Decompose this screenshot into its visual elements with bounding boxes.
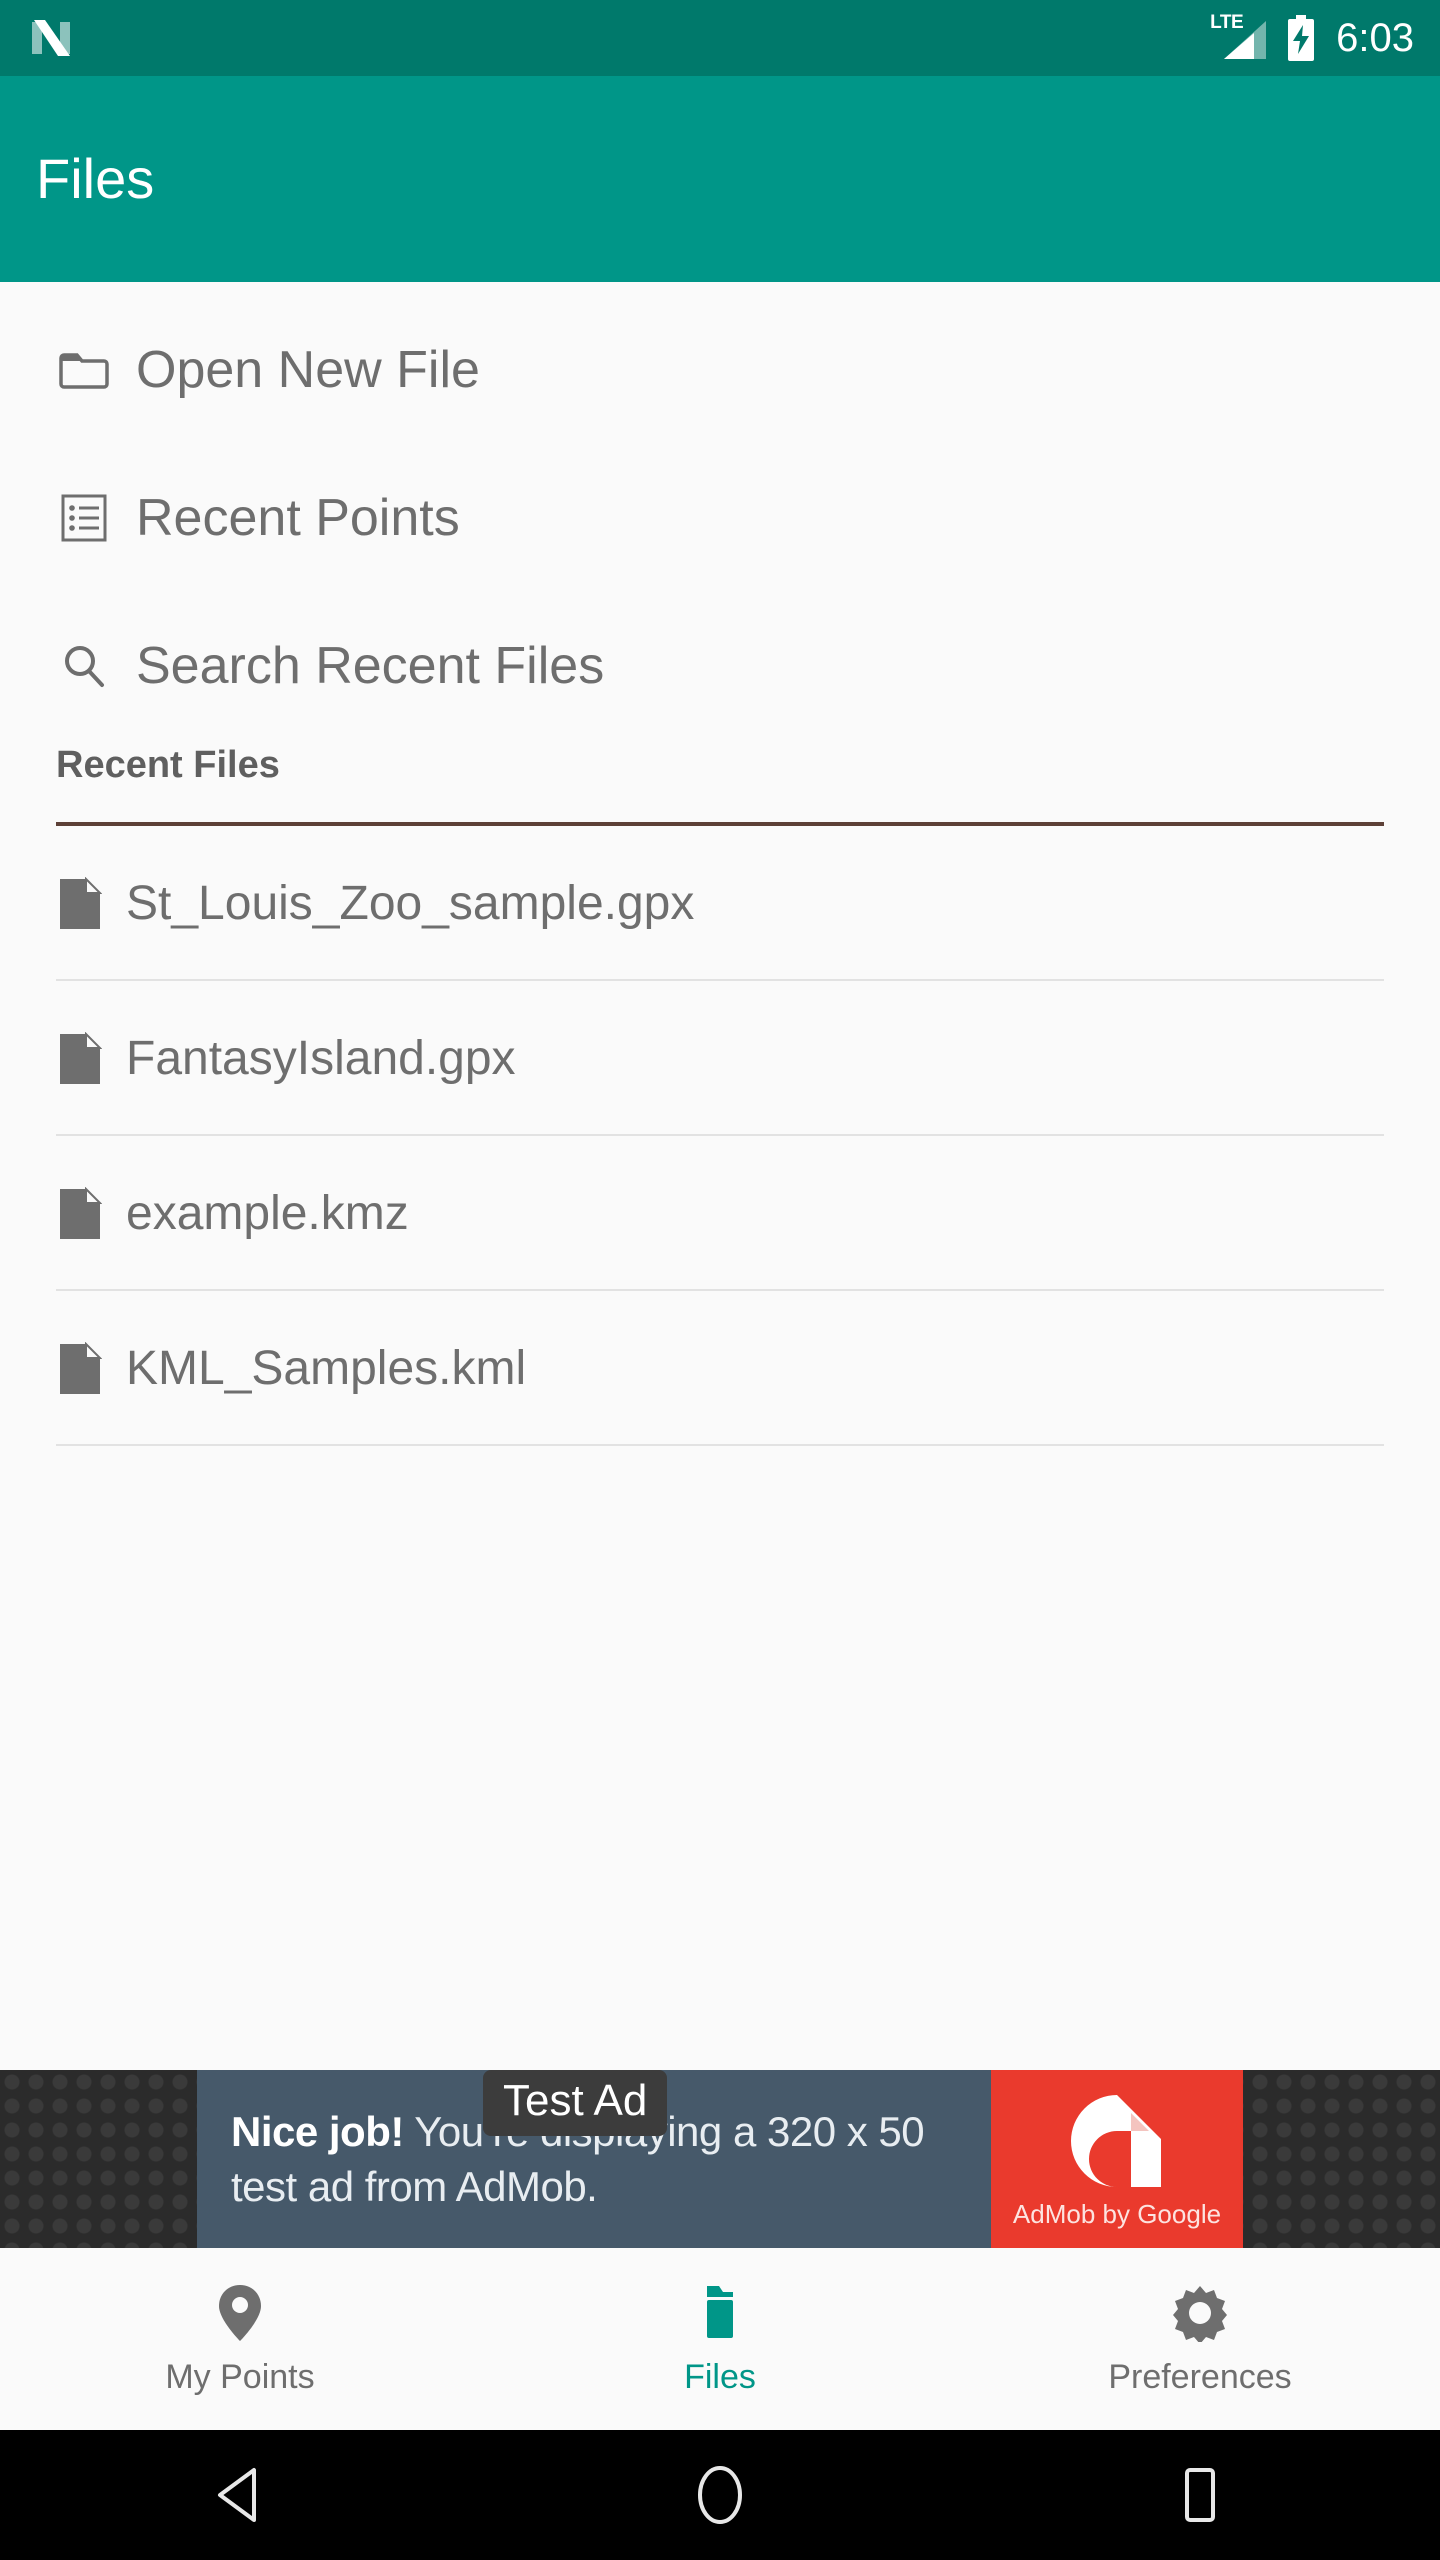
bottom-navigation: My Points Files Preferences bbox=[0, 2248, 1440, 2430]
file-name-label: St_Louis_Zoo_sample.gpx bbox=[126, 876, 695, 930]
list-item[interactable]: St_Louis_Zoo_sample.gpx bbox=[0, 826, 1440, 981]
tab-label: Files bbox=[684, 2358, 756, 2396]
list-item[interactable]: FantasyIsland.gpx bbox=[0, 981, 1440, 1136]
menu-item-open-new-file[interactable]: Open New File bbox=[0, 296, 1440, 444]
tab-preferences[interactable]: Preferences bbox=[960, 2248, 1440, 2430]
menu-item-label: Open New File bbox=[136, 341, 480, 399]
file-name-label: FantasyIsland.gpx bbox=[126, 1031, 516, 1085]
folder-filled-icon bbox=[691, 2284, 749, 2342]
file-icon bbox=[58, 1031, 102, 1086]
menu-item-search-recent-files[interactable]: Search Recent Files bbox=[0, 592, 1440, 740]
file-icon bbox=[58, 1186, 102, 1241]
admob-logo-icon bbox=[1061, 2091, 1173, 2195]
recent-files-list: St_Louis_Zoo_sample.gpx FantasyIsland.gp… bbox=[0, 826, 1440, 1446]
status-bar-clock: 6:03 bbox=[1336, 16, 1414, 60]
ad-line-2: test ad from AdMob. bbox=[231, 2163, 598, 2210]
android-nougat-icon bbox=[30, 16, 72, 60]
page-title: Files bbox=[36, 147, 155, 210]
signal-bars-icon: LTE bbox=[1210, 13, 1267, 61]
recent-files-header: Recent Files bbox=[56, 744, 280, 786]
admob-test-banner[interactable]: Nice job! You’re displaying a 320 x 50 t… bbox=[197, 2070, 1243, 2248]
status-bar: LTE 6:03 bbox=[0, 0, 1440, 76]
admob-logo-pane: AdMob by Google bbox=[991, 2070, 1243, 2248]
file-name-label: KML_Samples.kml bbox=[126, 1341, 527, 1395]
list-item[interactable]: KML_Samples.kml bbox=[0, 1291, 1440, 1446]
tab-files[interactable]: Files bbox=[480, 2248, 960, 2430]
recents-square-icon[interactable] bbox=[960, 2464, 1440, 2526]
search-icon bbox=[58, 640, 110, 692]
app-bar: Files bbox=[0, 76, 1440, 282]
tab-label: My Points bbox=[165, 2358, 315, 2396]
menu-item-label: Search Recent Files bbox=[136, 637, 605, 695]
admob-caption: AdMob by Google bbox=[1012, 2199, 1222, 2229]
ad-text-pane: Nice job! You’re displaying a 320 x 50 t… bbox=[197, 2070, 991, 2248]
battery-charging-icon bbox=[1284, 14, 1318, 62]
ad-headline: Nice job! bbox=[231, 2107, 404, 2155]
tab-my-points[interactable]: My Points bbox=[0, 2248, 480, 2430]
content-area: Open New File Recent Points Search Recen… bbox=[0, 282, 1440, 2070]
gear-icon bbox=[1171, 2284, 1229, 2342]
tab-label: Preferences bbox=[1108, 2358, 1292, 2396]
back-triangle-icon[interactable] bbox=[0, 2465, 480, 2525]
test-ad-badge: Test Ad bbox=[483, 2070, 668, 2137]
status-bar-notifications bbox=[30, 16, 72, 60]
system-navigation-bar bbox=[0, 2430, 1440, 2560]
folder-icon bbox=[58, 344, 110, 396]
menu-item-recent-points[interactable]: Recent Points bbox=[0, 444, 1440, 592]
list-document-icon bbox=[58, 492, 110, 544]
status-bar-indicators: LTE 6:03 bbox=[1210, 13, 1414, 62]
list-item[interactable]: example.kmz bbox=[0, 1136, 1440, 1291]
home-circle-icon[interactable] bbox=[480, 2464, 960, 2526]
map-pin-icon bbox=[211, 2284, 269, 2342]
file-icon bbox=[58, 1341, 102, 1396]
file-name-label: example.kmz bbox=[126, 1186, 409, 1240]
menu-item-label: Recent Points bbox=[136, 489, 460, 547]
android-screen: LTE 6:03 Files Open New File Recent Poin… bbox=[0, 0, 1440, 2560]
ad-container: Nice job! You’re displaying a 320 x 50 t… bbox=[0, 2070, 1440, 2248]
file-icon bbox=[58, 876, 102, 931]
